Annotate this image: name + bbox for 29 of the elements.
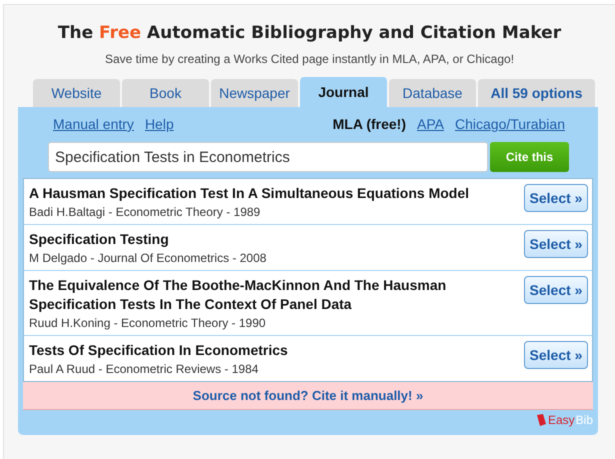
cite-manually-link[interactable]: Source not found? Cite it manually! » [192, 388, 424, 403]
easybib-logo: EasyBib [536, 413, 593, 427]
page-subtitle: Save time by creating a Works Cited page instantly in MLA, APA, or Chicago! [104, 52, 514, 66]
result-meta: M Delgado - Journal Of Econometrics - 2008 [29, 250, 266, 266]
citation-style-link[interactable]: APA [417, 116, 444, 132]
citation-style-link[interactable]: MLA (free!) [332, 116, 406, 132]
citation-style-link[interactable]: Chicago/Turabian [455, 116, 565, 132]
cite-button[interactable]: Cite this [490, 142, 569, 172]
select-button[interactable]: Select » [524, 230, 588, 258]
select-button[interactable]: Select » [524, 276, 588, 304]
source-tab[interactable]: Database [389, 79, 476, 107]
result-title: A Hausman Specification Test In A Simultaneous Equations Model [29, 184, 470, 203]
source-tab[interactable]: All 59 options [478, 79, 595, 107]
select-button[interactable]: Select » [524, 341, 588, 369]
panel-link[interactable]: Manual entry [53, 116, 134, 132]
result-title: Tests Of Specification In Econometrics [29, 341, 288, 360]
source-tab[interactable]: Book [122, 79, 209, 107]
source-tab[interactable]: Website [33, 79, 120, 107]
page-title: The Free Automatic Bibliography and Citation Maker [58, 23, 562, 43]
result-title: Specification Testing [29, 230, 170, 249]
result-meta: Badi H.Baltagi - Econometric Theory - 1989 [29, 204, 262, 220]
source-tab[interactable]: Newspaper [211, 79, 298, 107]
result-title: The Equivalence Of The Boothe-MacKinnon And The Hausman Specification Tests In The Context Of Panel Data [29, 276, 448, 314]
source-tab[interactable]: Journal [300, 77, 387, 107]
result-meta: Paul A Ruud - Econometric Reviews - 1984 [29, 361, 260, 377]
panel-link[interactable]: Help [144, 116, 174, 132]
select-button[interactable]: Select » [524, 184, 588, 212]
search-field[interactable]: Specification Tests in Econometrics [48, 142, 488, 172]
result-meta: Ruud H.Koning - Econometric Theory - 1990 [29, 315, 267, 331]
